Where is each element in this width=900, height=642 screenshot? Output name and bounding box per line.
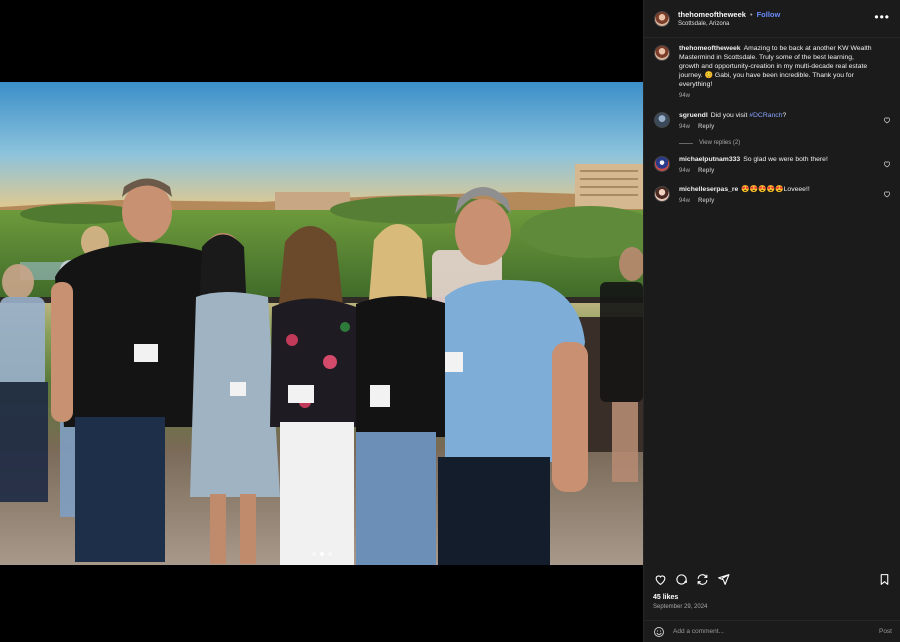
reply-button[interactable]: Reply [698, 197, 714, 206]
view-replies-label[interactable]: View replies (2) [699, 140, 740, 146]
comment-text: So glad we were both there! [743, 156, 828, 163]
post-media [0, 0, 643, 642]
action-bar [644, 568, 900, 590]
comment-icon[interactable] [675, 573, 688, 586]
comment-text: 😍😍😍😍😍Loveee!! [741, 186, 810, 193]
comment-item: michaelputnam333 So glad we were both the… [654, 155, 891, 176]
reply-button[interactable]: Reply [698, 167, 714, 176]
comment-text-end: ? [782, 112, 787, 119]
post-location[interactable]: Scottsdale, Arizona [678, 21, 780, 27]
comment-age: 94w [679, 124, 691, 130]
caption-age: 94w [679, 93, 691, 99]
follow-button[interactable]: Follow [757, 10, 781, 19]
comment-username[interactable]: michaelputnam333 [679, 156, 740, 163]
heart-icon[interactable] [883, 190, 891, 198]
carousel-dot-active[interactable] [319, 552, 324, 556]
share-icon[interactable] [717, 573, 730, 586]
more-horizontal-icon[interactable]: ••• [874, 11, 890, 23]
likes-count[interactable]: 45 likes [653, 594, 678, 601]
reply-button[interactable]: Reply [698, 123, 714, 132]
emoji-icon[interactable] [653, 626, 665, 638]
caption-avatar[interactable] [654, 45, 670, 61]
post-details-panel: thehomeoftheweek • Follow Scottsdale, Ar… [643, 0, 900, 642]
repost-icon[interactable] [696, 573, 709, 586]
caption: thehomeoftheweek Amazing to be back at an… [654, 44, 891, 101]
post-date: September 29, 2024 [653, 604, 708, 610]
heart-icon[interactable] [654, 573, 667, 586]
author-avatar[interactable] [654, 10, 670, 27]
comment-age: 94w [679, 198, 691, 204]
commenter-avatar[interactable] [654, 112, 670, 128]
caption-username[interactable]: thehomeoftheweek [679, 45, 741, 52]
carousel-indicator[interactable] [0, 552, 643, 556]
comment-text: Did you visit [710, 112, 750, 119]
add-comment-bar: Post [644, 620, 900, 642]
separator-dot: • [749, 10, 753, 19]
commenter-avatar[interactable] [654, 186, 670, 202]
commenter-avatar[interactable] [654, 156, 670, 172]
bookmark-icon[interactable] [878, 573, 891, 586]
comments-list: thehomeoftheweek Amazing to be back at an… [644, 40, 900, 206]
hashtag-link[interactable]: #DCRanch [749, 112, 782, 119]
view-replies-button[interactable]: View replies (2) [679, 140, 891, 146]
carousel-dot[interactable] [311, 552, 316, 556]
comment-age: 94w [679, 168, 691, 174]
comment-username[interactable]: michelleserpas_re [679, 186, 738, 193]
heart-icon[interactable] [883, 116, 891, 124]
comment-username[interactable]: sgruendl [679, 112, 708, 119]
group-photo-illustration [0, 82, 643, 565]
carousel-dot[interactable] [327, 552, 332, 556]
heart-icon[interactable] [883, 160, 891, 168]
add-comment-input[interactable] [673, 628, 873, 635]
post-photo[interactable] [0, 82, 643, 565]
comment-item: michelleserpas_re 😍😍😍😍😍Loveee!! 94w Reply [654, 185, 891, 206]
comment-item: sgruendl Did you visit #DCRanch? 94w Repl… [654, 111, 891, 132]
post-comment-button[interactable]: Post [879, 628, 892, 635]
author-username[interactable]: thehomeoftheweek [678, 10, 746, 19]
replies-rule [679, 142, 693, 144]
post-header: thehomeoftheweek • Follow Scottsdale, Ar… [644, 0, 900, 38]
